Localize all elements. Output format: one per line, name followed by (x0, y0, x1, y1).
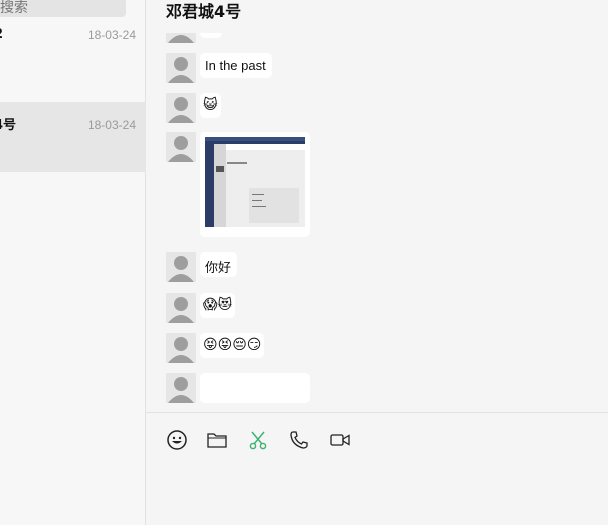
person-icon (168, 377, 194, 403)
message-list[interactable]: In the past 😺 你好 😱😻 😝😝😔😏 (146, 33, 608, 412)
avatar[interactable] (166, 93, 196, 123)
conversation-date: 18-03-24 (87, 118, 136, 132)
message-editor[interactable] (156, 459, 600, 523)
file-button[interactable] (206, 429, 228, 451)
avatar[interactable] (166, 252, 196, 282)
chat-title: 邓君城4号 (166, 2, 242, 21)
conversation-item-selected[interactable]: 4号 18-03-24 (0, 102, 146, 172)
emoji-button[interactable] (166, 429, 188, 451)
video-call-button[interactable] (329, 429, 351, 451)
message-text: In the past (205, 58, 266, 73)
screenshot-thumbnail (205, 137, 305, 227)
message-text: 😺 (203, 97, 218, 113)
avatar[interactable] (166, 132, 196, 162)
message-bubble[interactable] (200, 33, 222, 38)
avatar[interactable] (166, 373, 196, 403)
message-bubble[interactable]: 😱😻 (200, 293, 236, 318)
folder-icon (207, 433, 227, 448)
person-icon (168, 337, 194, 363)
person-icon (168, 57, 194, 83)
message-input-area (146, 413, 608, 525)
avatar[interactable] (166, 33, 196, 43)
conversation-name: 4号 (0, 118, 17, 133)
person-icon (168, 35, 194, 43)
conversation-item[interactable]: 2 18-03-24 (0, 18, 146, 88)
message-text: 😝😝😔😏 (203, 337, 262, 353)
video-icon (330, 434, 350, 446)
message-bubble[interactable] (200, 373, 310, 403)
conversation-name: 2 (0, 27, 3, 42)
message-text: 你好 (205, 260, 232, 275)
avatar[interactable] (166, 293, 196, 323)
person-icon (168, 256, 194, 282)
message-bubble[interactable]: In the past (200, 53, 272, 78)
image-message[interactable] (200, 132, 310, 237)
avatar[interactable] (166, 53, 196, 83)
voice-call-button[interactable] (288, 429, 310, 451)
conversation-date: 18-03-24 (87, 28, 136, 42)
phone-icon (290, 431, 308, 449)
conversation-sidebar: 2 18-03-24 4号 18-03-24 (0, 0, 146, 525)
person-icon (168, 297, 194, 323)
message-bubble[interactable]: 😺 (200, 93, 221, 118)
person-icon (168, 97, 194, 123)
message-bubble[interactable]: 你好 (200, 252, 238, 277)
person-icon (168, 136, 194, 162)
chat-header: 邓君城4号 (146, 0, 608, 33)
screenshot-button[interactable] (247, 429, 269, 451)
emoji-icon (167, 430, 187, 450)
search-input[interactable] (0, 0, 126, 17)
avatar[interactable] (166, 333, 196, 363)
message-bubble[interactable]: 😝😝😔😏 (200, 333, 265, 358)
scissors-icon (249, 431, 267, 450)
message-text: 😱😻 (203, 297, 233, 313)
